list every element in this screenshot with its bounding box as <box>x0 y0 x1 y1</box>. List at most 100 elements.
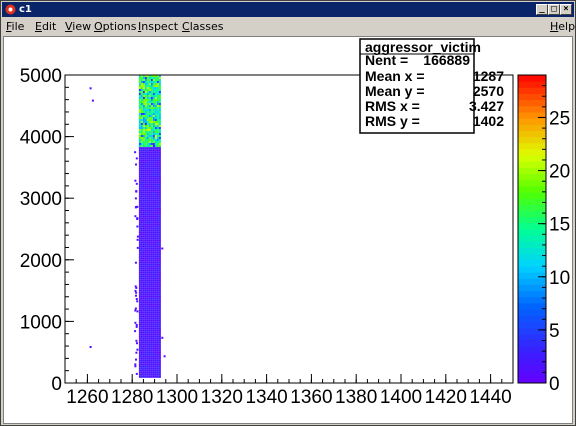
heatmap-cell <box>152 373 155 376</box>
heatmap-cell <box>154 337 157 340</box>
heatmap-cell <box>158 257 161 260</box>
heatmap-cell <box>148 327 151 330</box>
heatmap-cell <box>150 317 153 320</box>
heatmap-cell <box>148 129 151 131</box>
heatmap-cell <box>152 337 155 340</box>
heatmap-cell <box>154 207 157 210</box>
menu-view[interactable]: View <box>65 21 91 33</box>
heatmap-cell <box>150 343 153 346</box>
heatmap-cell <box>144 315 147 318</box>
heatmap-cell <box>158 325 161 328</box>
heatmap-cell <box>148 307 151 310</box>
heatmap-cell <box>158 231 161 234</box>
heatmap-cell <box>148 241 151 244</box>
heatmap-cell <box>142 373 145 376</box>
heatmap-cell <box>152 157 155 160</box>
heatmap-cell <box>158 365 161 368</box>
heatmap-cell <box>152 311 155 314</box>
heatmap-cell <box>148 235 151 238</box>
heatmap-cell <box>154 135 157 137</box>
heatmap-cell <box>152 195 155 198</box>
heatmap-cell <box>142 121 145 123</box>
heatmap-cell <box>150 197 153 200</box>
heatmap-cell <box>156 351 159 354</box>
heatmap-cell <box>146 87 149 89</box>
heatmap-cell <box>144 245 147 248</box>
heatmap-cell <box>138 357 141 360</box>
heatmap-cell <box>156 363 159 366</box>
heatmap-cell <box>146 323 149 326</box>
menu-inspect[interactable]: Inspect <box>138 21 178 33</box>
heatmap-cell <box>154 147 157 150</box>
heatmap-cell <box>150 251 153 254</box>
heatmap-cell <box>146 223 149 226</box>
heatmap-cell <box>150 205 153 208</box>
heatmap-cell <box>144 255 147 258</box>
heatmap-cell <box>146 157 149 160</box>
heatmap-cell <box>138 347 141 350</box>
heatmap-cell <box>138 111 141 113</box>
heatmap-cell <box>140 299 143 302</box>
heatmap-cell <box>154 109 157 111</box>
heatmap-cell <box>134 363 137 366</box>
heatmap-cell <box>142 213 145 216</box>
heatmap-cell <box>140 275 143 278</box>
close-button[interactable]: × <box>560 4 572 15</box>
heatmap-cell <box>150 325 153 328</box>
menu-classes[interactable]: Classes <box>182 21 223 33</box>
minimize-button[interactable]: _ <box>536 4 548 15</box>
menu-edit[interactable]: Edit <box>35 21 56 33</box>
heatmap-cell <box>138 297 141 300</box>
heatmap-cell <box>148 259 151 262</box>
heatmap-cell <box>150 293 153 296</box>
heatmap-cell <box>138 187 141 190</box>
heatmap-cell <box>158 219 161 222</box>
menu-file[interactable]: File <box>6 21 24 33</box>
menu-options[interactable]: Options <box>94 21 136 33</box>
title-bar[interactable]: c1 _ □ × <box>2 2 574 17</box>
heatmap-cell <box>156 313 159 316</box>
heatmap-cell <box>146 129 149 131</box>
heatmap-cell <box>154 97 157 99</box>
heatmap-cell <box>154 175 157 178</box>
heatmap-cell <box>142 199 145 202</box>
heatmap-cell <box>148 189 151 192</box>
heatmap-cell <box>158 157 161 160</box>
heatmap-cell <box>142 297 145 300</box>
heatmap-cell <box>158 361 161 364</box>
canvas-area[interactable]: 1260 1280 1300 1320 1340 1360 1380 1400 1420 1440… <box>3 36 573 424</box>
heatmap-cell <box>152 91 155 93</box>
heatmap-cell <box>146 363 149 366</box>
heatmap-cell <box>142 159 145 162</box>
heatmap-cell <box>148 285 151 288</box>
heatmap-cell <box>148 121 151 123</box>
heatmap-cell <box>136 238 139 241</box>
heatmap-cell <box>152 279 155 282</box>
heatmap-cell <box>138 119 141 121</box>
heatmap-cell <box>148 141 151 143</box>
heatmap-cell <box>150 133 153 135</box>
heatmap-cell <box>146 257 149 260</box>
heatmap-cell <box>138 131 141 133</box>
heatmap-cell <box>150 271 153 274</box>
heatmap-cell <box>148 127 151 129</box>
heatmap-cell <box>156 307 159 310</box>
heatmap-cell <box>158 123 161 125</box>
heatmap-cell <box>150 169 153 172</box>
histogram-canvas[interactable]: 1260 1280 1300 1320 1340 1360 1380 1400 1420 1440… <box>4 37 572 423</box>
heatmap-cell <box>152 237 155 240</box>
heatmap-cell <box>158 209 161 212</box>
heatmap-cell <box>150 77 153 79</box>
heatmap-cell <box>158 359 161 362</box>
heatmap-cell <box>142 251 145 254</box>
palette-cell <box>518 309 546 316</box>
heatmap-cell <box>150 353 153 356</box>
heatmap-cell <box>148 145 151 147</box>
maximize-button[interactable]: □ <box>548 4 560 15</box>
heatmap-cell <box>142 357 145 360</box>
heatmap-cell <box>142 221 145 224</box>
stats-row-value: 166889 <box>423 52 470 68</box>
menu-help[interactable]: Help <box>550 21 575 33</box>
heatmap-cell <box>140 375 143 378</box>
heatmap-cell <box>144 321 147 324</box>
